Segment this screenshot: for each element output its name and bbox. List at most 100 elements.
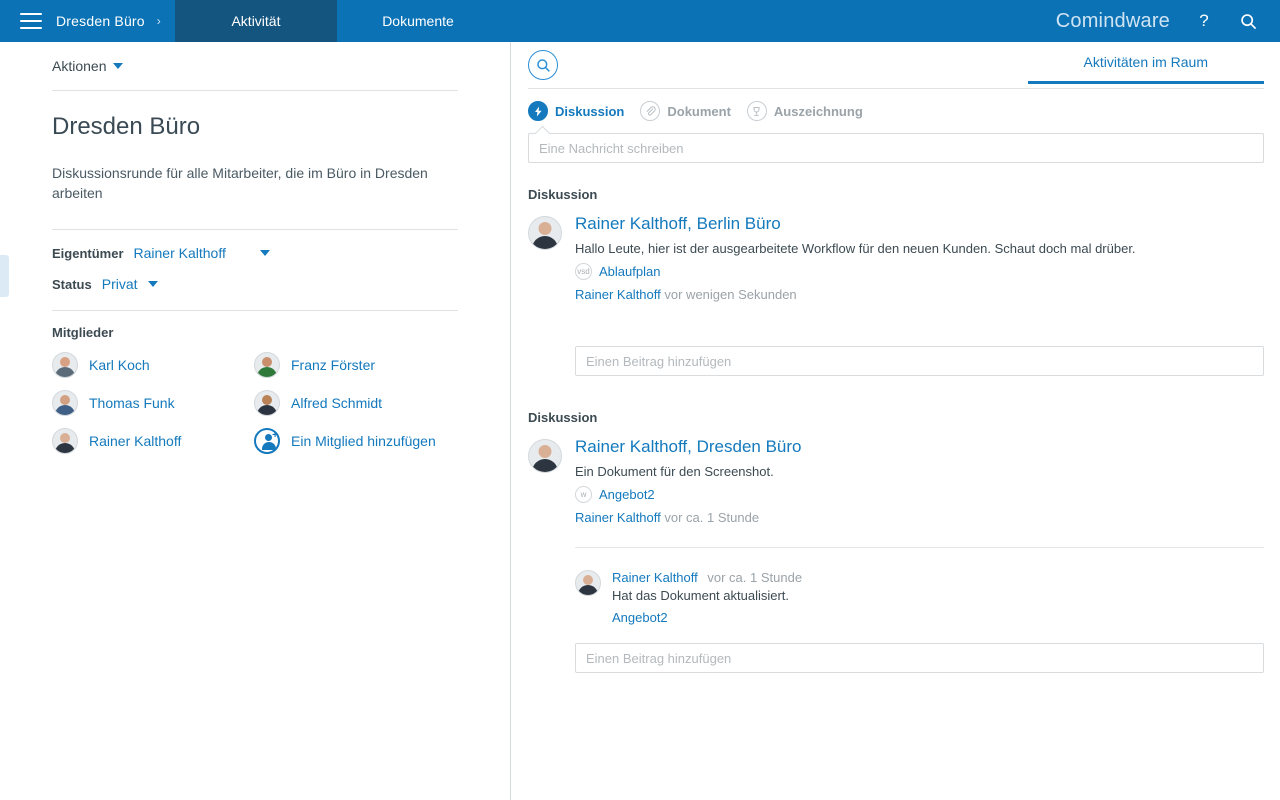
reply-attachment-link[interactable]: Angebot2 (612, 610, 802, 625)
avatar (254, 390, 280, 416)
actions-dropdown[interactable]: Aktionen (52, 42, 458, 74)
post-attachment[interactable]: vsd Ablaufplan (575, 263, 1264, 280)
post-title[interactable]: Rainer Kalthoff, Berlin Büro (575, 214, 1264, 234)
filter-dokument[interactable]: Dokument (640, 101, 731, 121)
divider-description (52, 229, 458, 230)
tab-aktivitaeten-im-raum-label: Aktivitäten im Raum (1083, 54, 1208, 70)
attachment-name: Ablaufplan (599, 264, 661, 279)
thread-section-label: Diskussion (528, 410, 598, 425)
post-meta: Rainer Kalthoff vor wenigen Sekunden (575, 287, 1264, 302)
add-member-label: Ein Mitglied hinzufügen (291, 433, 436, 449)
tab-aktivitaeten-im-raum[interactable]: Aktivitäten im Raum (1027, 42, 1264, 84)
post-item: Rainer Kalthoff, Dresden Büro Ein Dokume… (528, 437, 1264, 525)
chevron-right-icon: › (156, 14, 161, 28)
member-item[interactable]: Karl Koch (52, 352, 254, 378)
member-name: Alfred Schmidt (291, 395, 383, 411)
reply-author[interactable]: Rainer Kalthoff (612, 570, 698, 585)
reply-time: vor ca. 1 Stunde (707, 570, 803, 585)
filter-auszeichnung-label: Auszeichnung (773, 103, 863, 119)
reply-body: Rainer Kalthoff vor ca. 1 Stunde Hat das… (612, 570, 802, 625)
app-logo: Comindware (1055, 9, 1170, 32)
add-member-button[interactable]: + Ein Mitglied hinzufügen (254, 428, 456, 454)
page-title: Dresden Büro (52, 113, 201, 140)
post-body: Rainer Kalthoff, Berlin Büro Hallo Leute… (575, 214, 1264, 302)
feed-header: Aktivitäten im Raum (528, 42, 1264, 88)
post-context: Berlin Büro (696, 214, 781, 233)
owner-field: Eigentümer Rainer Kalthoff (52, 245, 458, 261)
top-bar: Dresden Büro › Aktivität Dokumente Comin… (0, 0, 1280, 42)
topbar-right: Comindware ? (1056, 0, 1280, 42)
owner-label: Eigentümer (52, 245, 124, 261)
post-meta-time: vor wenigen Sekunden (664, 287, 797, 302)
divider-status (52, 310, 458, 311)
member-name: Franz Förster (291, 357, 376, 373)
post-title[interactable]: Rainer Kalthoff, Dresden Büro (575, 437, 1264, 457)
member-item[interactable]: Thomas Funk (52, 390, 254, 416)
reply-text: Hat das Dokument aktualisiert. (612, 588, 790, 603)
add-comment-placeholder: Einen Beitrag hinzufügen (586, 353, 732, 369)
avatar (528, 439, 562, 473)
members-grid: Karl Koch Franz Förster Thomas Funk Alfr… (52, 352, 458, 454)
post-author: Rainer Kalthoff (575, 214, 688, 233)
tab-dokumente-label: Dokumente (382, 13, 454, 29)
post-meta-author[interactable]: Rainer Kalthoff (575, 510, 661, 525)
add-comment-placeholder: Einen Beitrag hinzufügen (586, 650, 732, 666)
post-type-filters: Diskussion Dokument Auszeichnung (528, 101, 1264, 121)
breadcrumb[interactable]: Dresden Büro › (56, 13, 161, 29)
actions-label: Aktionen (52, 58, 107, 74)
status-chevron-down-icon[interactable] (147, 281, 158, 287)
members-label: Mitglieder (52, 325, 114, 340)
tab-aktivitaet[interactable]: Aktivität (174, 0, 337, 42)
member-item[interactable]: Alfred Schmidt (254, 390, 456, 416)
hamburger-icon[interactable] (20, 13, 42, 29)
thread-section-label: Diskussion (528, 187, 598, 202)
help-icon[interactable]: ? (1194, 11, 1214, 31)
avatar (52, 390, 78, 416)
member-item[interactable]: Rainer Kalthoff (52, 428, 254, 454)
add-comment-input[interactable]: Einen Beitrag hinzufügen (575, 643, 1264, 673)
post-meta-time: vor ca. 1 Stunde (664, 510, 760, 525)
reply-item: Rainer Kalthoff vor ca. 1 Stunde Hat das… (575, 570, 1264, 625)
feed-tabs: Aktivitäten im Raum (1027, 42, 1264, 84)
member-name: Rainer Kalthoff (89, 433, 182, 449)
post-attachment[interactable]: w Angebot2 (575, 486, 1264, 503)
chat-bolt-icon (528, 101, 548, 121)
input-notch (534, 125, 551, 142)
post-author: Rainer Kalthoff (575, 437, 688, 456)
post-meta: Rainer Kalthoff vor ca. 1 Stunde (575, 510, 1264, 525)
post-text: Ein Dokument für den Screenshot. (575, 464, 774, 479)
member-item[interactable]: Franz Förster (254, 352, 456, 378)
status-field: Status Privat (52, 276, 458, 292)
avatar (528, 216, 562, 250)
owner-value[interactable]: Rainer Kalthoff (134, 245, 226, 261)
member-name: Thomas Funk (89, 395, 175, 411)
status-value[interactable]: Privat (102, 276, 138, 292)
add-user-icon: + (254, 428, 280, 454)
tab-aktivitaet-label: Aktivität (231, 13, 281, 29)
thread-divider (575, 547, 1264, 548)
filter-auszeichnung[interactable]: Auszeichnung (746, 101, 863, 121)
post-meta-author[interactable]: Rainer Kalthoff (575, 287, 661, 302)
reply-meta: Rainer Kalthoff vor ca. 1 Stunde (612, 570, 802, 585)
divider-actions (52, 90, 458, 91)
new-message-input[interactable]: Eine Nachricht schreiben (528, 125, 1264, 163)
feed-header-divider (528, 88, 1264, 89)
room-description: Diskussionsrunde für alle Mitarbeiter, d… (52, 165, 428, 201)
file-badge-icon: vsd (575, 263, 592, 280)
paperclip-icon (640, 101, 661, 121)
filter-diskussion[interactable]: Diskussion (528, 101, 624, 121)
attachment-name: Angebot2 (599, 487, 655, 502)
avatar (52, 428, 78, 454)
feed-search-icon[interactable] (528, 50, 558, 80)
owner-chevron-down-icon[interactable] (259, 250, 270, 256)
search-icon[interactable] (1238, 11, 1258, 31)
avatar (575, 570, 601, 596)
post-body: Rainer Kalthoff, Dresden Büro Ein Dokume… (575, 437, 1264, 525)
status-label: Status (52, 276, 92, 292)
add-comment-input[interactable]: Einen Beitrag hinzufügen (575, 346, 1264, 376)
tab-dokumente[interactable]: Dokumente (337, 0, 499, 42)
post-item: Rainer Kalthoff, Berlin Büro Hallo Leute… (528, 214, 1264, 302)
breadcrumb-label: Dresden Büro (56, 13, 145, 29)
avatar (254, 352, 280, 378)
room-details-panel: Aktionen Dresden Büro Diskussionsrunde f… (0, 42, 510, 800)
